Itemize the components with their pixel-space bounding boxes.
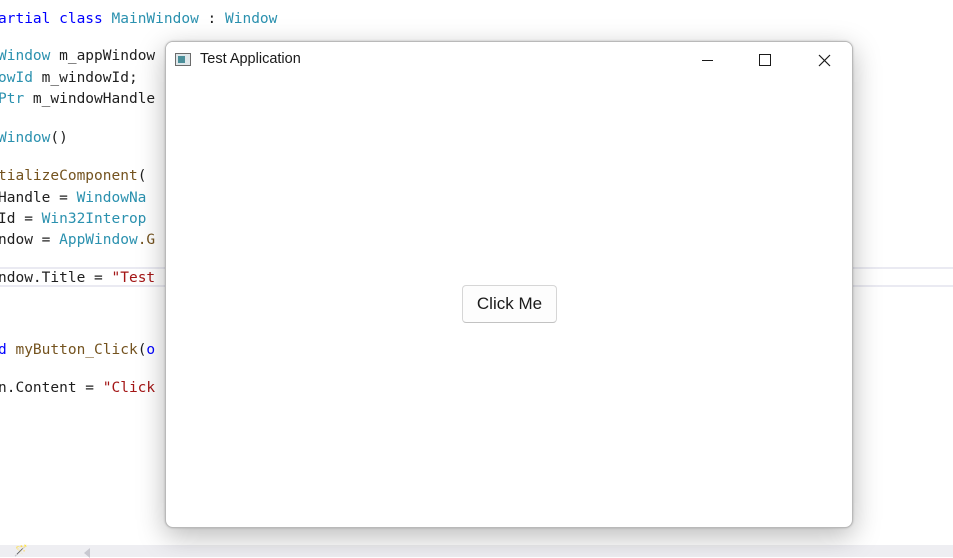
close-button[interactable] (795, 42, 852, 78)
code-token: MainWindow (111, 11, 199, 27)
magic-wand-icon[interactable]: 🪄 (14, 545, 34, 557)
test-application-window[interactable]: Test Application Click Me (165, 41, 853, 528)
code-line: Ptr m_windowHandle (0, 90, 155, 108)
code-token: m_windowId; (32, 70, 138, 86)
code-token: d (0, 342, 7, 358)
close-icon (818, 54, 830, 66)
code-line: d myButton_Click(o (0, 341, 155, 359)
code-token: ( (137, 168, 147, 184)
editor-status-bar (0, 545, 953, 557)
code-line: Window() (0, 129, 68, 147)
maximize-button[interactable] (736, 42, 794, 78)
code-token: .G (137, 232, 156, 248)
app-window-icon (175, 53, 191, 66)
code-line: owId m_windowId; (0, 69, 138, 87)
code-line: Handle = WindowNa (0, 189, 146, 207)
code-line: artial class MainWindow : Window (0, 10, 277, 28)
code-token: "Test (111, 270, 156, 286)
code-line: tializeComponent( (0, 167, 146, 185)
code-token: Window (0, 130, 51, 146)
minimize-icon (701, 59, 713, 61)
code-token: m_windowHandle (24, 91, 156, 107)
code-token: myButton_Click (15, 342, 138, 358)
code-token: AppWindow (59, 232, 138, 248)
code-line: ndow = AppWindow.G (0, 231, 155, 249)
code-token: owId (0, 70, 33, 86)
code-token: Window (0, 48, 51, 64)
window-title: Test Application (200, 51, 301, 67)
code-token: Ptr (0, 91, 25, 107)
code-token: artial (0, 11, 60, 27)
minimize-button[interactable] (678, 42, 736, 78)
code-token: Window (225, 11, 278, 27)
click-me-button[interactable]: Click Me (462, 285, 557, 323)
window-title-bar[interactable]: Test Application (166, 42, 852, 78)
code-line: Window m_appWindow (0, 47, 155, 65)
code-token: tializeComponent (0, 168, 138, 184)
code-line: Id = Win32Interop (0, 210, 146, 228)
code-token: : (198, 11, 226, 27)
code-token: Handle = (0, 190, 77, 206)
code-token: n.Content = (0, 380, 103, 396)
code-token: ndow.Title = (0, 270, 112, 286)
code-line: ndow.Title = "Test (0, 269, 155, 287)
code-token: class (59, 11, 112, 27)
code-token: Id = (0, 211, 42, 227)
code-token: m_appWindow (50, 48, 156, 64)
code-token: Win32Interop (41, 211, 147, 227)
code-token: o (146, 342, 156, 358)
code-line: n.Content = "Click (0, 379, 155, 397)
maximize-icon (759, 54, 771, 66)
window-client-area: Click Me (166, 78, 852, 527)
code-token: () (50, 130, 68, 146)
code-token: "Click (102, 380, 156, 396)
code-token: WindowNa (76, 190, 147, 206)
code-token: ndow = (0, 232, 60, 248)
